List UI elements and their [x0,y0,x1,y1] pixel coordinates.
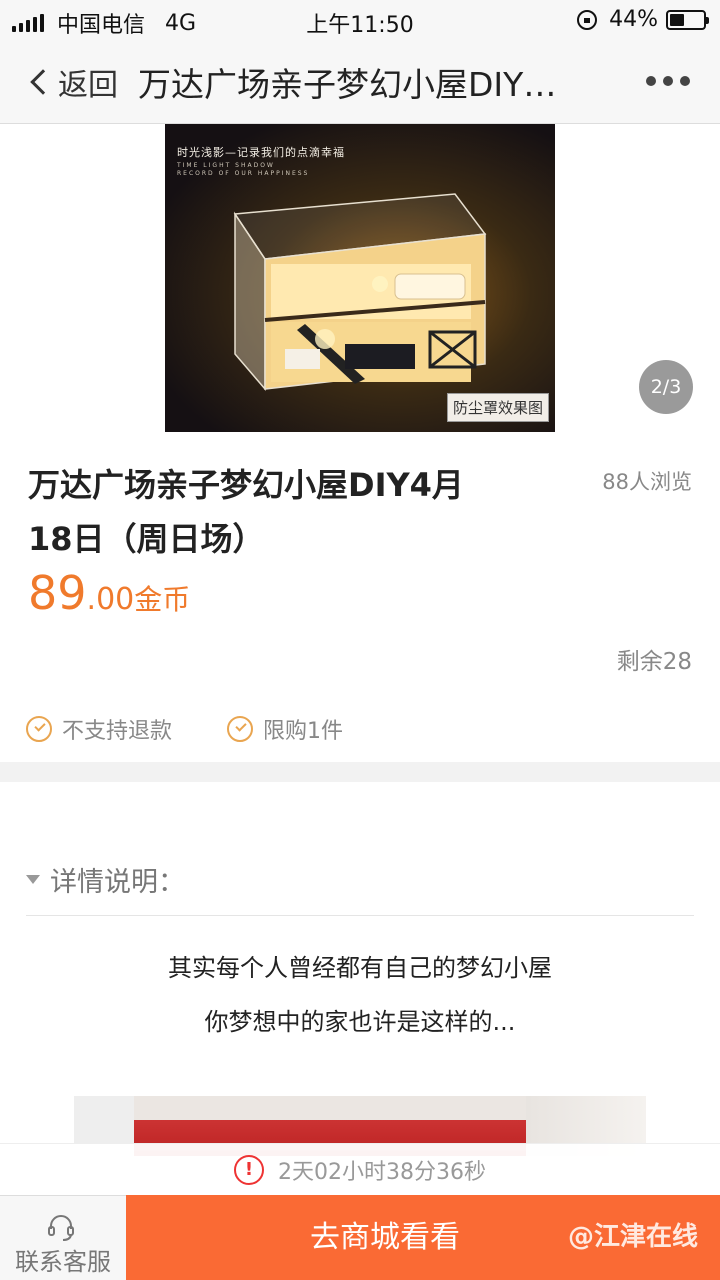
status-bar: 中国电信 4G 上午11:50 44% [0,0,720,40]
stock-remaining: 剩余28 [616,649,692,675]
back-label: 返回 [58,68,118,103]
tag-purchase-limit: 限购1件 [227,713,343,745]
hero-overlay-text: 时光浅影—记录我们的点滴幸福 [177,146,345,159]
price: 89.00金币 [28,566,190,620]
page-title: 万达广场亲子梦幻小屋DIY4月18日（周日场） [138,65,568,104]
back-button[interactable]: 返回 [28,60,118,104]
customer-service-button[interactable]: 联系客服 [0,1195,126,1280]
rotation-lock-icon [577,9,598,30]
price-unit: 金币 [134,583,191,616]
tag-no-refund: 不支持退款 [26,713,172,745]
image-counter-badge: 2/3 [639,360,693,414]
chevron-left-icon [30,69,56,95]
check-circle-icon [227,716,253,742]
go-to-mall-button[interactable]: 去商城看看 @江津在线 [126,1195,720,1280]
description-line: 你梦想中的家也许是这样的... [204,1008,516,1036]
product-image[interactable]: 时光浅影—记录我们的点滴幸福 TIME LIGHT SHADOW RECORD … [165,124,555,432]
battery-level [670,13,685,26]
price-decimal: .00 [86,582,135,617]
countdown-text: 2天02小时38分36秒 [278,1159,486,1185]
section-divider [0,762,720,782]
description-line: 其实每个人曾经都有自己的梦幻小屋 [168,954,552,982]
details-heading[interactable]: 详情说明： [26,860,185,899]
more-button[interactable] [639,76,690,86]
check-circle-icon [26,716,52,742]
mall-label: 去商城看看 [310,1220,460,1255]
details-heading-label: 详情说明： [50,867,185,898]
service-label: 联系客服 [15,1248,111,1276]
hero-caption: 防尘罩效果图 [446,393,549,422]
product-title: 万达广场亲子梦幻小屋DIY4月18日（周日场） [28,466,464,558]
status-right: 44% [577,7,709,32]
dollhouse-illustration [233,193,487,392]
battery-icon [666,9,709,30]
more-dots-icon [646,76,656,86]
battery-percent: 44% [609,7,658,32]
tag-label: 不支持退款 [62,719,173,744]
footer-bar: 联系客服 去商城看看 @江津在线 [0,1195,720,1280]
countdown-bar: ! 2天02小时38分36秒 [0,1143,720,1195]
caret-down-icon [26,875,40,884]
price-integer: 89 [28,566,87,620]
nav-bar: 返回 万达广场亲子梦幻小屋DIY4月18日（周日场） [0,40,720,124]
view-count: 88人浏览 [602,470,692,494]
alert-icon: ! [234,1154,264,1185]
headset-icon [48,1215,74,1241]
details-divider [26,915,694,916]
watermark: @江津在线 [567,1222,698,1252]
tag-label: 限购1件 [263,719,343,744]
